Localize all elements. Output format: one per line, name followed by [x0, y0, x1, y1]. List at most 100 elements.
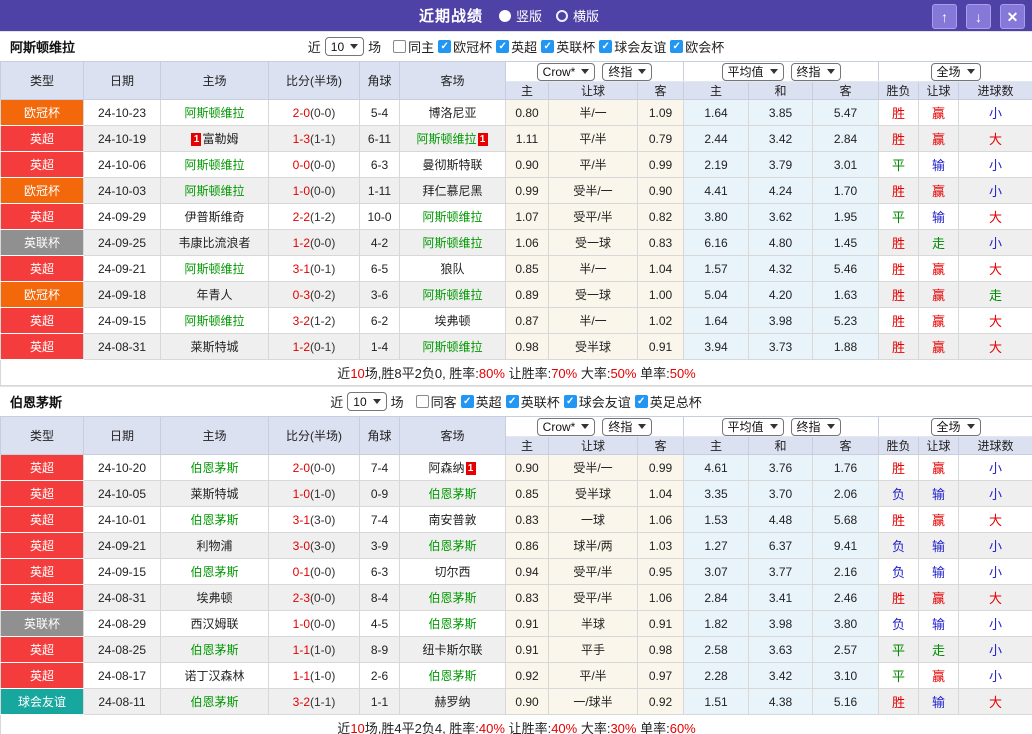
- away-team: 狼队: [399, 255, 506, 282]
- team-name-text: 阿斯顿维拉: [416, 132, 477, 146]
- summary-segment: 50%: [610, 366, 637, 381]
- corner-score: 1-1: [359, 688, 400, 715]
- match-type: 英超: [0, 151, 84, 178]
- match-date: 24-08-17: [83, 662, 161, 689]
- away-team: 赫罗纳: [399, 688, 506, 715]
- filter-league-checkbox[interactable]: ✓ 英联杯: [505, 392, 560, 411]
- odds-handicap: 受平/半: [548, 584, 638, 611]
- match-score: 0-0(0-0): [268, 151, 360, 178]
- scope-select[interactable]: 全场: [930, 62, 981, 81]
- avg-draw: 3.42: [748, 662, 814, 689]
- avg-stage-select[interactable]: 终指: [790, 417, 841, 436]
- avg-draw: 3.77: [748, 558, 814, 585]
- checkbox-label: 英超: [511, 40, 538, 55]
- chevron-down-icon: [826, 424, 835, 429]
- match-type: 英超: [0, 636, 84, 663]
- filter-same-venue-checkbox[interactable]: 同客: [415, 392, 457, 411]
- average-select[interactable]: 平均值: [721, 62, 784, 81]
- radio-vertical-layout[interactable]: 竖版: [498, 6, 542, 25]
- checkbox-label: 英联杯: [556, 40, 596, 55]
- match-row: 英超 24-10-06 阿斯顿维拉 0-0(0-0) 6-3 曼彻斯特联 0.90 平/半 0.…: [0, 151, 1032, 178]
- filter-near-label: 近: [330, 395, 344, 410]
- filter-league-checkbox[interactable]: ✓ 欧会杯: [670, 37, 724, 56]
- bookmaker-select[interactable]: Crow*: [536, 417, 596, 436]
- filter-league-checkbox[interactable]: ✓ 球会友谊: [599, 37, 666, 56]
- radio-horizontal-layout[interactable]: 横版: [556, 6, 599, 25]
- match-type: 英超: [0, 532, 84, 559]
- home-team: 阿斯顿维拉: [160, 255, 269, 282]
- filter-league-checkbox[interactable]: ✓ 欧冠杯: [438, 37, 492, 56]
- avg-home: 1.82: [683, 610, 750, 637]
- checkbox-label: 欧冠杯: [453, 40, 493, 55]
- odds-handicap: 平/半: [548, 151, 638, 178]
- close-button[interactable]: ✕: [1000, 4, 1025, 29]
- chevron-down-icon: [769, 69, 778, 74]
- filter-league-checkbox[interactable]: ✓ 英联杯: [541, 37, 595, 56]
- halftime-score: (0-0): [310, 460, 336, 475]
- avg-away: 5.46: [812, 255, 880, 282]
- result-outcome: 胜: [878, 307, 920, 334]
- filter-league-checkbox[interactable]: ✓ 球会友谊: [563, 392, 631, 411]
- team-name-text: 阿森纳: [428, 461, 465, 475]
- summary-segment: 场,胜4平2负4, 胜率:: [364, 721, 479, 734]
- home-team: 埃弗顿: [160, 584, 269, 611]
- avg-odds-group: 平均值 终指: [683, 61, 880, 82]
- avg-home: 1.53: [683, 506, 750, 533]
- fulltime-score: 3-2: [292, 694, 310, 709]
- col-odds-home: 主: [505, 81, 549, 100]
- filter-league-checkbox[interactable]: ✓ 英超: [460, 392, 502, 411]
- team-name-text: 阿斯顿维拉: [184, 184, 245, 198]
- dropdown-value: 10: [330, 39, 345, 54]
- home-team: 莱斯特城: [160, 333, 269, 360]
- result-goals: 小: [958, 532, 1032, 559]
- col-home: 主场: [160, 61, 269, 100]
- dropdown-value: Crow*: [542, 419, 576, 434]
- team-name-text: 切尔西: [434, 565, 471, 579]
- odds-away: 0.92: [636, 688, 685, 715]
- match-row: 英联杯 24-09-25 韦康比流浪者 1-2(0-0) 4-2 阿斯顿维拉 1.06 受一球…: [0, 229, 1032, 256]
- result-handicap: 赢: [918, 662, 960, 689]
- halftime-score: (0-0): [310, 105, 336, 120]
- matches-table: 类型 日期 主场 比分(半场) 角球 客场 Crow* 终指 平均值 终指 全场主让球客主和客胜负让…: [0, 416, 1032, 734]
- average-select[interactable]: 平均值: [721, 417, 784, 436]
- match-type: 英超: [0, 662, 84, 689]
- avg-away: 2.57: [812, 636, 880, 663]
- col-corner: 角球: [359, 61, 400, 100]
- move-down-button[interactable]: ↓: [966, 4, 991, 29]
- corner-score: 3-9: [359, 532, 400, 559]
- arrow-up-icon: ↑: [941, 8, 948, 25]
- filter-same-venue-checkbox[interactable]: 同主: [393, 37, 434, 56]
- corner-score: 0-9: [359, 480, 400, 507]
- odds-stage-select[interactable]: 终指: [602, 417, 653, 436]
- fulltime-score: 0-1: [292, 564, 310, 579]
- match-filter-bar: 近 10 场同客 ✓ 英超 ✓ 英联杯 ✓ 球会友谊 ✓ 英足总杯: [330, 392, 702, 411]
- result-handicap: 输: [918, 203, 960, 230]
- filter-league-checkbox[interactable]: ✓ 英超: [496, 37, 537, 56]
- result-goals: 大: [958, 688, 1032, 715]
- fulltime-score: 2-3: [292, 590, 310, 605]
- checkbox-checked-icon: ✓: [634, 395, 648, 408]
- halftime-score: (0-0): [310, 157, 336, 172]
- bookmaker-select[interactable]: Crow*: [536, 62, 596, 81]
- halftime-score: (3-0): [310, 538, 336, 553]
- match-count-select[interactable]: 10: [324, 37, 365, 56]
- move-up-button[interactable]: ↑: [932, 4, 957, 29]
- dropdown-value: 全场: [936, 65, 961, 79]
- team-name-text: 诺丁汉森林: [184, 669, 245, 683]
- match-count-select[interactable]: 10: [347, 392, 387, 411]
- avg-stage-select[interactable]: 终指: [790, 62, 841, 81]
- result-goals: 大: [958, 584, 1032, 611]
- away-team: 阿斯顿维拉: [399, 281, 506, 308]
- corner-score: 6-2: [359, 307, 400, 334]
- match-type: 欧冠杯: [0, 99, 84, 126]
- avg-home: 3.07: [683, 558, 750, 585]
- result-outcome: 胜: [878, 177, 920, 204]
- away-team: 阿斯顿维拉: [399, 333, 506, 360]
- avg-away: 3.10: [812, 662, 880, 689]
- corner-score: 7-4: [359, 454, 400, 481]
- scope-select[interactable]: 全场: [930, 417, 981, 436]
- odds-stage-select[interactable]: 终指: [602, 62, 653, 81]
- match-type: 英超: [0, 480, 84, 507]
- filter-league-checkbox[interactable]: ✓ 英足总杯: [634, 392, 702, 411]
- odds-away: 0.91: [636, 610, 685, 637]
